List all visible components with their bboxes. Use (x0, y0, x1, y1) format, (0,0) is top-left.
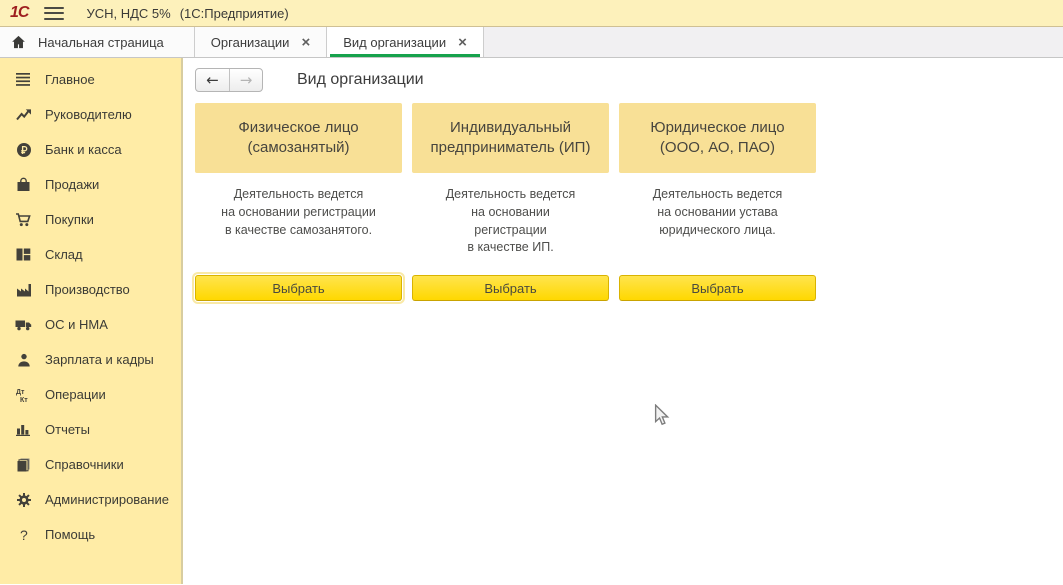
sidebar-item-bank-i-kassa[interactable]: Банк и касса (0, 132, 181, 167)
sidebar-item-operacii[interactable]: ДтКт Операции (0, 377, 181, 412)
bar-chart-icon (15, 421, 32, 438)
tab-label: Организации (211, 35, 290, 50)
debit-credit-icon: ДтКт (15, 386, 32, 403)
sidebar-item-pokupki[interactable]: Покупки (0, 202, 181, 237)
card-description: Деятельность ведется на основании регист… (412, 186, 609, 275)
tab-home-page[interactable]: Начальная страница (0, 27, 195, 57)
close-icon[interactable]: × (301, 35, 310, 50)
question-icon: ? (15, 526, 32, 543)
card-description: Деятельность ведется на основании регист… (195, 186, 402, 275)
svg-text:Дт: Дт (16, 389, 25, 396)
tab-label: Вид организации (343, 35, 446, 50)
sidebar-item-otchety[interactable]: Отчеты (0, 412, 181, 447)
tab-organization-type[interactable]: Вид организации × (327, 27, 484, 57)
back-button[interactable]: ← (196, 69, 229, 91)
menu-lines-icon (15, 71, 32, 88)
organization-type-cards: Физическое лицо (самозанятый) Деятельнос… (195, 103, 1063, 301)
tab-label: Начальная страница (38, 35, 164, 50)
sidebar-item-label: Зарплата и кадры (45, 352, 154, 367)
sidebar-item-os-i-nma[interactable]: ОС и НМА (0, 307, 181, 342)
main-menu-icon[interactable] (44, 7, 64, 20)
shopping-cart-icon (15, 211, 32, 228)
person-icon (15, 351, 32, 368)
main-content: ← → Вид организации Физическое лицо (сам… (183, 58, 1063, 584)
svg-text:Кт: Кт (20, 397, 28, 403)
sidebar-item-zarplata-i-kadry[interactable]: Зарплата и кадры (0, 342, 181, 377)
trend-chart-icon (15, 106, 32, 123)
sidebar-item-label: ОС и НМА (45, 317, 108, 332)
close-icon[interactable]: × (458, 35, 467, 50)
card-title: Индивидуальный предприниматель (ИП) (412, 103, 609, 173)
home-icon (11, 35, 26, 49)
card-title: Юридическое лицо (ООО, АО, ПАО) (619, 103, 816, 173)
sidebar-item-label: Продажи (45, 177, 99, 192)
sidebar-item-label: Главное (45, 72, 95, 87)
sidebar-item-label: Склад (45, 247, 83, 262)
sidebar-item-sklad[interactable]: Склад (0, 237, 181, 272)
sidebar-item-prodazhi[interactable]: Продажи (0, 167, 181, 202)
sidebar-item-label: Покупки (45, 212, 94, 227)
sidebar-item-administrirovanie[interactable]: Администрирование (0, 482, 181, 517)
window-title: УСН, НДС 5% (1С:Предприятие) (86, 6, 288, 21)
sidebar-item-label: Производство (45, 282, 130, 297)
sidebar-item-rukovoditelyu[interactable]: Руководителю (0, 97, 181, 132)
app-window: 1С УСН, НДС 5% (1С:Предприятие) Начальная… (0, 0, 1063, 585)
sidebar-item-glavnoe[interactable]: Главное (0, 62, 181, 97)
page-title: Вид организации (297, 71, 424, 89)
forward-button[interactable]: → (229, 69, 262, 91)
top-bar: 1С УСН, НДС 5% (1С:Предприятие) (0, 0, 1063, 27)
card-individual-selfemployed: Физическое лицо (самозанятый) Деятельнос… (195, 103, 402, 301)
platform-title: (1С:Предприятие) (180, 6, 289, 21)
gear-icon (15, 491, 32, 508)
card-description: Деятельность ведется на основании устава… (619, 186, 816, 275)
tab-bar: Начальная страница Организации × Вид орг… (0, 27, 1063, 58)
card-title: Физическое лицо (самозанятый) (195, 103, 402, 173)
app-title: УСН, НДС 5% (86, 6, 170, 21)
sidebar-item-proizvodstvo[interactable]: Производство (0, 272, 181, 307)
sidebar-item-label: Операции (45, 387, 106, 402)
section-sidebar: Главное Руководителю Банк и касса Продаж… (0, 58, 183, 584)
sidebar-item-label: Справочники (45, 457, 124, 472)
svg-text:?: ? (20, 527, 28, 543)
card-individual-entrepreneur: Индивидуальный предприниматель (ИП) Деят… (412, 103, 609, 301)
warehouse-icon (15, 246, 32, 263)
select-button-entrepreneur[interactable]: Выбрать (412, 275, 609, 301)
books-icon (15, 456, 32, 473)
truck-icon (15, 316, 32, 333)
sidebar-item-label: Банк и касса (45, 142, 122, 157)
1c-logo: 1С (10, 4, 28, 22)
select-button-selfemployed[interactable]: Выбрать (195, 275, 402, 301)
sidebar-item-label: Отчеты (45, 422, 90, 437)
sidebar-item-spravochniki[interactable]: Справочники (0, 447, 181, 482)
sidebar-item-label: Руководителю (45, 107, 132, 122)
tab-organizations[interactable]: Организации × (195, 27, 327, 57)
shopping-bag-icon (15, 176, 32, 193)
select-button-legal-entity[interactable]: Выбрать (619, 275, 816, 301)
ruble-circle-icon (15, 141, 32, 158)
sidebar-item-pomosch[interactable]: ? Помощь (0, 517, 181, 552)
factory-icon (15, 281, 32, 298)
sidebar-item-label: Помощь (45, 527, 95, 542)
sidebar-item-label: Администрирование (45, 492, 169, 507)
card-legal-entity: Юридическое лицо (ООО, АО, ПАО) Деятельн… (619, 103, 816, 301)
history-nav-buttons: ← → (195, 68, 263, 92)
active-tab-underline (330, 54, 480, 57)
